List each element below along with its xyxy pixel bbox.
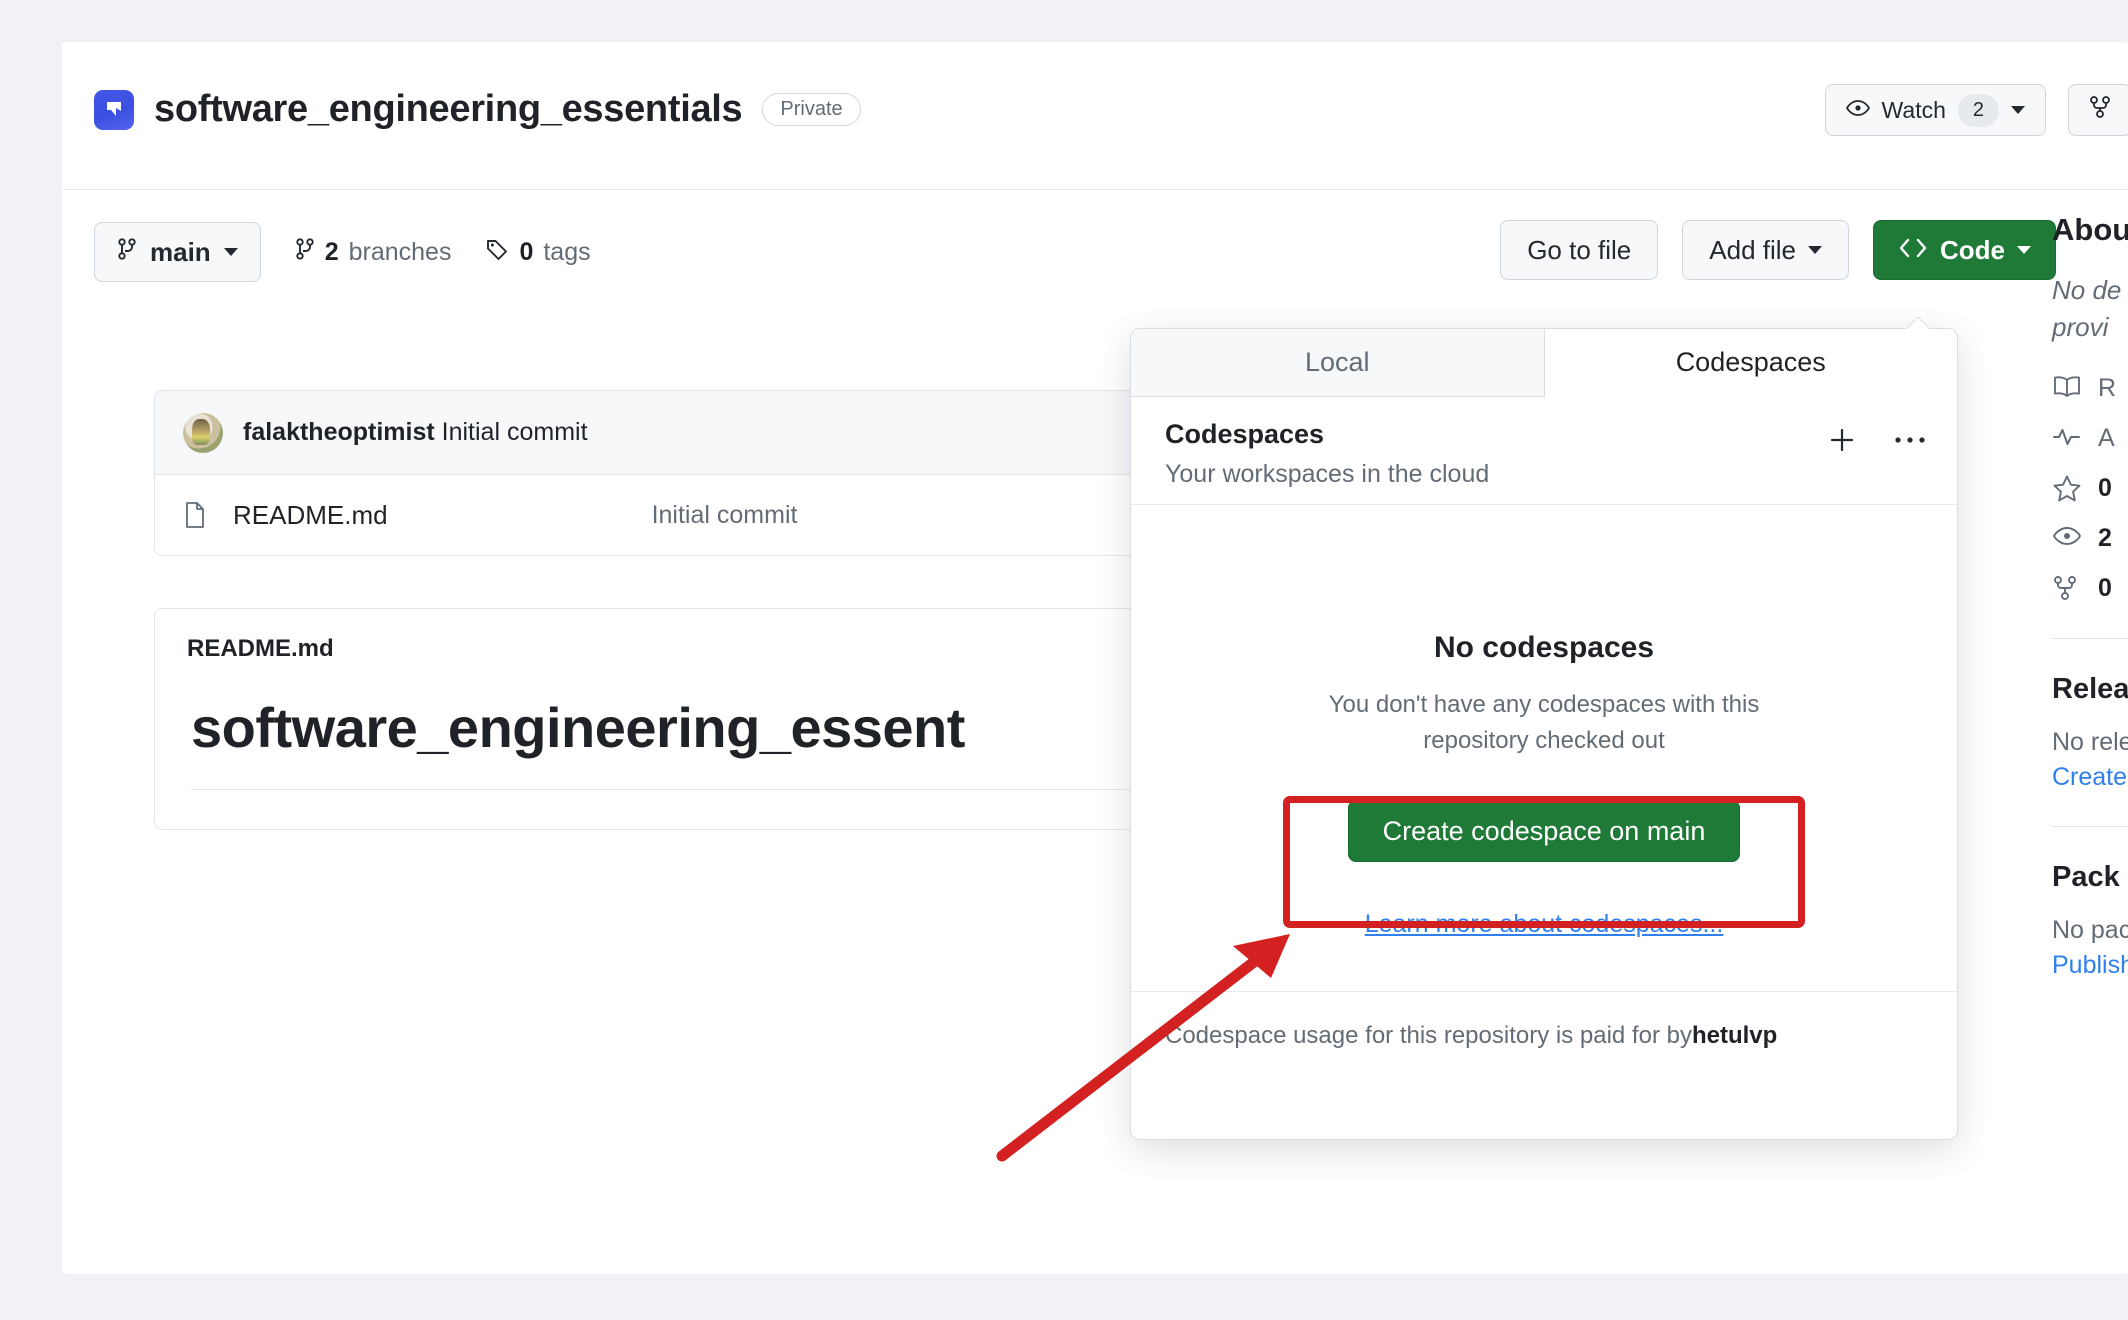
about-description-line2: provi: [2052, 309, 2128, 346]
eye-icon: [2052, 524, 2082, 554]
sidebar-item-readme[interactable]: R: [2052, 374, 2128, 404]
sidebar-item-label: R: [2098, 374, 2116, 403]
repository-name[interactable]: software_engineering_essentials: [154, 88, 742, 131]
sidebar-item-value: 0: [2098, 474, 2112, 503]
file-commit-message[interactable]: Initial commit: [652, 501, 798, 530]
codespaces-header-actions: [1827, 425, 1927, 455]
fork-icon: [2052, 574, 2082, 604]
branches-link[interactable]: 2 branches: [295, 237, 452, 268]
create-release-link[interactable]: Create: [2052, 763, 2128, 792]
codespaces-footer: Codespace usage for this repository is p…: [1131, 991, 1957, 1079]
plus-icon[interactable]: [1827, 425, 1857, 455]
empty-state-title: No codespaces: [1434, 631, 1654, 665]
sidebar-divider: [2052, 638, 2128, 639]
tags-count: 0: [519, 238, 533, 267]
releases-heading: Relea: [2052, 673, 2128, 706]
codespaces-title: Codespaces: [1165, 419, 1923, 450]
code-brackets-icon: [1898, 235, 1928, 266]
releases-section: Relea No rele Create: [2052, 673, 2128, 792]
releases-empty-text: No rele: [2052, 728, 2128, 757]
commit-message[interactable]: Initial commit: [442, 418, 588, 446]
empty-state-description: You don't have any codespaces with this …: [1294, 687, 1794, 758]
branch-selector-label: main: [150, 237, 211, 268]
branch-selector[interactable]: main: [94, 222, 261, 282]
kebab-horizontal-icon[interactable]: [1893, 435, 1927, 445]
sidebar-item-activity[interactable]: A: [2052, 424, 2128, 454]
branches-count: 2: [325, 238, 339, 267]
about-description: No de provi: [2052, 272, 2128, 346]
about-heading: Abou: [2052, 212, 2128, 248]
watch-label: Watch: [1882, 97, 1946, 124]
chevron-down-icon: [1808, 246, 1822, 254]
file-icon: [183, 501, 217, 529]
star-icon: [2052, 474, 2082, 504]
about-meta-list: R A 0: [2052, 374, 2128, 604]
repository-title-group: software_engineering_essentials Private: [94, 88, 861, 131]
header-actions: Watch 2: [1825, 84, 2128, 136]
learn-more-about-codespaces-link[interactable]: Learn more about codespaces...: [1365, 910, 1724, 939]
branch-icon: [117, 237, 137, 268]
repo-favicon-icon: [94, 90, 134, 130]
watch-count: 2: [1958, 94, 1999, 127]
branches-label: branches: [349, 238, 452, 267]
chevron-down-icon: [2017, 246, 2031, 254]
codespaces-empty-state: No codespaces You don't have any codespa…: [1131, 505, 1957, 1079]
book-icon: [2052, 374, 2082, 404]
chevron-down-icon: [2011, 106, 2025, 114]
avatar: [183, 413, 223, 453]
packages-section: Pack No pac Publish: [2052, 861, 2128, 980]
publish-package-link[interactable]: Publish: [2052, 951, 2128, 980]
dropdown-tabs: Local Codespaces: [1131, 329, 1957, 397]
code-button-label: Code: [1940, 235, 2005, 266]
readme-heading: software_engineering_essent: [191, 695, 965, 760]
add-file-button[interactable]: Add file: [1682, 220, 1849, 280]
fork-icon: [2089, 95, 2111, 125]
screenshot-root: software_engineering_essentials Private …: [0, 0, 2128, 1320]
tags-label: tags: [543, 238, 590, 267]
watch-button[interactable]: Watch 2: [1825, 84, 2046, 136]
tab-local[interactable]: Local: [1131, 329, 1545, 397]
sidebar-item-stars[interactable]: 0: [2052, 474, 2128, 504]
codespaces-header: Codespaces Your workspaces in the cloud: [1131, 397, 1957, 505]
readme-label: README.md: [187, 635, 334, 663]
repository-sidebar: Abou No de provi R: [2052, 212, 2128, 980]
branch-icon: [295, 237, 315, 268]
sidebar-item-value: 0: [2098, 574, 2112, 603]
tab-codespaces[interactable]: Codespaces: [1545, 329, 1958, 397]
eye-icon: [1846, 97, 1870, 124]
repository-toolbar: main 2 branches: [94, 220, 2056, 284]
repository-header: software_engineering_essentials Private …: [62, 42, 2128, 190]
add-file-label: Add file: [1709, 235, 1796, 266]
visibility-badge: Private: [762, 93, 860, 126]
dropdown-pointer: [1907, 317, 1929, 329]
footer-prefix: Codespace usage for this repository is p…: [1165, 1022, 1692, 1050]
packages-heading: Pack: [2052, 861, 2128, 894]
sidebar-item-label: A: [2098, 424, 2115, 453]
sidebar-item-forks[interactable]: 0: [2052, 574, 2128, 604]
codespaces-subtitle: Your workspaces in the cloud: [1165, 460, 1923, 489]
tag-icon: [485, 237, 509, 268]
sidebar-item-value: 2: [2098, 524, 2112, 553]
code-dropdown-panel: Local Codespaces Codespaces Your workspa…: [1130, 328, 1958, 1140]
sidebar-divider: [2052, 826, 2128, 827]
go-to-file-button[interactable]: Go to file: [1500, 220, 1658, 280]
toolbar-actions: Go to file Add file Code: [1500, 220, 2056, 280]
commit-author[interactable]: falaktheoptimist: [243, 418, 435, 446]
create-codespace-on-main-button[interactable]: Create codespace on main: [1348, 800, 1741, 862]
packages-empty-text: No pac: [2052, 916, 2128, 945]
chevron-down-icon: [224, 248, 238, 256]
fork-button-partial[interactable]: [2068, 84, 2128, 136]
file-name[interactable]: README.md: [233, 500, 388, 531]
about-description-line1: No de: [2052, 272, 2128, 309]
latest-commit-text: falaktheoptimist Initial commit: [243, 418, 588, 447]
pulse-icon: [2052, 424, 2082, 454]
sidebar-item-watching[interactable]: 2: [2052, 524, 2128, 554]
footer-owner: hetulvp: [1692, 1022, 1777, 1050]
tags-link[interactable]: 0 tags: [485, 237, 590, 268]
code-button[interactable]: Code: [1873, 220, 2056, 280]
